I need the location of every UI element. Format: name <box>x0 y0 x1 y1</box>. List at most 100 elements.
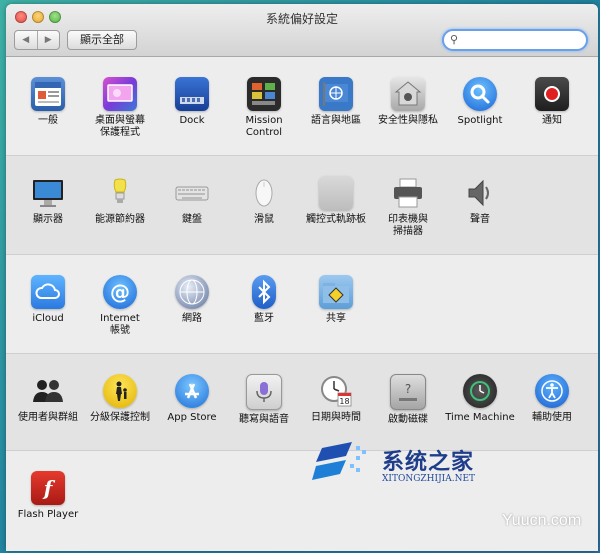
flash-player-icon: f <box>31 471 65 505</box>
pref-label: 日期與時間 <box>311 412 361 423</box>
language-region-icon <box>319 77 353 111</box>
startup-disk-icon: ? <box>390 374 426 410</box>
pref-label: 滑鼠 <box>254 214 274 225</box>
pref-general[interactable]: 一般 <box>12 77 84 127</box>
window-title: 系統偏好設定 <box>265 12 338 26</box>
energy-saver-icon <box>103 176 137 210</box>
pref-mission-control[interactable]: Mission Control <box>228 77 300 139</box>
corner-watermark: Yuucn.com <box>502 512 582 529</box>
site-watermark: 系统之家 XITONGZHIJIA.NET <box>312 436 522 496</box>
dock-icon <box>175 77 209 111</box>
pref-spotlight[interactable]: Spotlight <box>444 77 516 127</box>
mouse-icon <box>247 176 281 210</box>
pref-dock[interactable]: Dock <box>156 77 228 127</box>
pref-energy-saver[interactable]: 能源節約器 <box>84 176 156 226</box>
parental-controls-icon <box>103 374 137 408</box>
back-button[interactable]: ◀ <box>15 31 37 49</box>
mission-control-icon <box>247 77 281 111</box>
icloud-icon <box>31 275 65 309</box>
pref-mouse[interactable]: 滑鼠 <box>228 176 300 226</box>
pref-users-groups[interactable]: 使用者與群組 <box>12 374 84 424</box>
pref-label: Internet 帳號 <box>100 313 140 336</box>
pref-label: 分級保護控制 <box>90 412 150 423</box>
preferences-section-hardware: 顯示器 能源節約器 鍵盤 滑鼠 觸控式軌跡板 印表機與 掃描器 聲音 <box>6 156 598 255</box>
pref-label: 網路 <box>182 313 202 324</box>
pref-label: 啟動磁碟 <box>388 414 428 425</box>
pref-dictation-speech[interactable]: 聽寫與語音 <box>228 374 300 426</box>
dictation-speech-icon <box>246 374 282 410</box>
pref-time-machine[interactable]: Time Machine <box>444 374 516 424</box>
sound-icon <box>463 176 497 210</box>
pref-label: Mission Control <box>245 115 283 138</box>
pref-label: Dock <box>179 115 205 126</box>
pref-label: 語言與地區 <box>311 115 361 126</box>
pref-label: 印表機與 掃描器 <box>388 214 428 237</box>
sharing-icon <box>319 275 353 309</box>
pref-label: 桌面與螢幕 保護程式 <box>95 115 145 138</box>
spotlight-icon <box>463 77 497 111</box>
pref-security-privacy[interactable]: 安全性與隱私 <box>372 77 444 127</box>
pref-date-time[interactable]: 18 日期與時間 <box>300 374 372 424</box>
pref-desktop-screensaver[interactable]: 桌面與螢幕 保護程式 <box>84 77 156 139</box>
keyboard-icon <box>175 176 209 210</box>
pref-displays[interactable]: 顯示器 <box>12 176 84 226</box>
pref-flash-player[interactable]: f Flash Player <box>12 471 84 521</box>
pref-sharing[interactable]: 共享 <box>300 275 372 325</box>
app-store-icon <box>175 374 209 408</box>
pref-label: 使用者與群組 <box>18 412 78 423</box>
search-icon: ⚲ <box>450 33 459 46</box>
pref-sound[interactable]: 聲音 <box>444 176 516 226</box>
pref-startup-disk[interactable]: ? 啟動磁碟 <box>372 374 444 426</box>
internet-accounts-icon: @ <box>103 275 137 309</box>
pref-label: 一般 <box>38 115 58 126</box>
general-icon <box>31 77 65 111</box>
time-machine-icon <box>463 374 497 408</box>
titlebar: 系統偏好設定 ◀ ▶ 顯示全部 ⚲ <box>6 4 598 57</box>
chevron-right-icon: ▶ <box>44 35 52 45</box>
pref-internet-accounts[interactable]: @ Internet 帳號 <box>84 275 156 337</box>
pref-trackpad[interactable]: 觸控式軌跡板 <box>300 176 372 226</box>
preferences-section-internet: iCloud @ Internet 帳號 網路 藍牙 共享 <box>6 255 598 354</box>
preferences-section-personal: 一般 桌面與螢幕 保護程式 Dock Mission Control 語言與地區 <box>6 57 598 156</box>
watermark-logo-icon <box>312 442 366 480</box>
back-forward-control: ◀ ▶ <box>14 30 60 50</box>
trackpad-icon <box>319 176 353 210</box>
displays-icon <box>31 176 65 210</box>
pref-accessibility[interactable]: 輔助使用 <box>516 374 588 424</box>
pref-label: Spotlight <box>457 115 503 126</box>
search-field[interactable]: ⚲ <box>442 29 588 51</box>
pref-label: 鍵盤 <box>182 214 202 225</box>
pref-label: 輔助使用 <box>532 412 572 423</box>
pref-label: Flash Player <box>17 509 79 520</box>
pref-label: iCloud <box>32 313 64 324</box>
pref-label: Time Machine <box>445 412 515 423</box>
pref-icloud[interactable]: iCloud <box>12 275 84 325</box>
pref-label: App Store <box>167 412 217 423</box>
accessibility-icon <box>535 374 569 408</box>
printer-scanner-icon <box>391 176 425 210</box>
users-groups-icon <box>31 374 65 408</box>
watermark-name: 系统之家 <box>382 449 475 475</box>
watermark-url: XITONGZHIJIA.NET <box>382 474 476 484</box>
pref-parental-controls[interactable]: 分級保護控制 <box>84 374 156 424</box>
date-time-icon: 18 <box>319 374 353 408</box>
pref-label: 顯示器 <box>33 214 63 225</box>
search-input[interactable] <box>462 32 581 48</box>
desktop-screensaver-icon <box>103 77 137 111</box>
pref-label: 觸控式軌跡板 <box>306 214 366 225</box>
pref-printers-scanners[interactable]: 印表機與 掃描器 <box>372 176 444 238</box>
show-all-button[interactable]: 顯示全部 <box>67 30 137 50</box>
forward-button[interactable]: ▶ <box>36 31 60 49</box>
notifications-icon <box>535 77 569 111</box>
svg-text:18: 18 <box>339 397 349 406</box>
pref-network[interactable]: 網路 <box>156 275 228 325</box>
chevron-left-icon: ◀ <box>22 35 30 45</box>
pref-bluetooth[interactable]: 藍牙 <box>228 275 300 325</box>
pref-language-region[interactable]: 語言與地區 <box>300 77 372 127</box>
svg-text:?: ? <box>405 382 411 396</box>
pref-notifications[interactable]: 通知 <box>516 77 588 127</box>
pref-label: 聲音 <box>470 214 490 225</box>
pref-app-store[interactable]: App Store <box>156 374 228 424</box>
network-icon <box>175 275 209 309</box>
pref-keyboard[interactable]: 鍵盤 <box>156 176 228 226</box>
